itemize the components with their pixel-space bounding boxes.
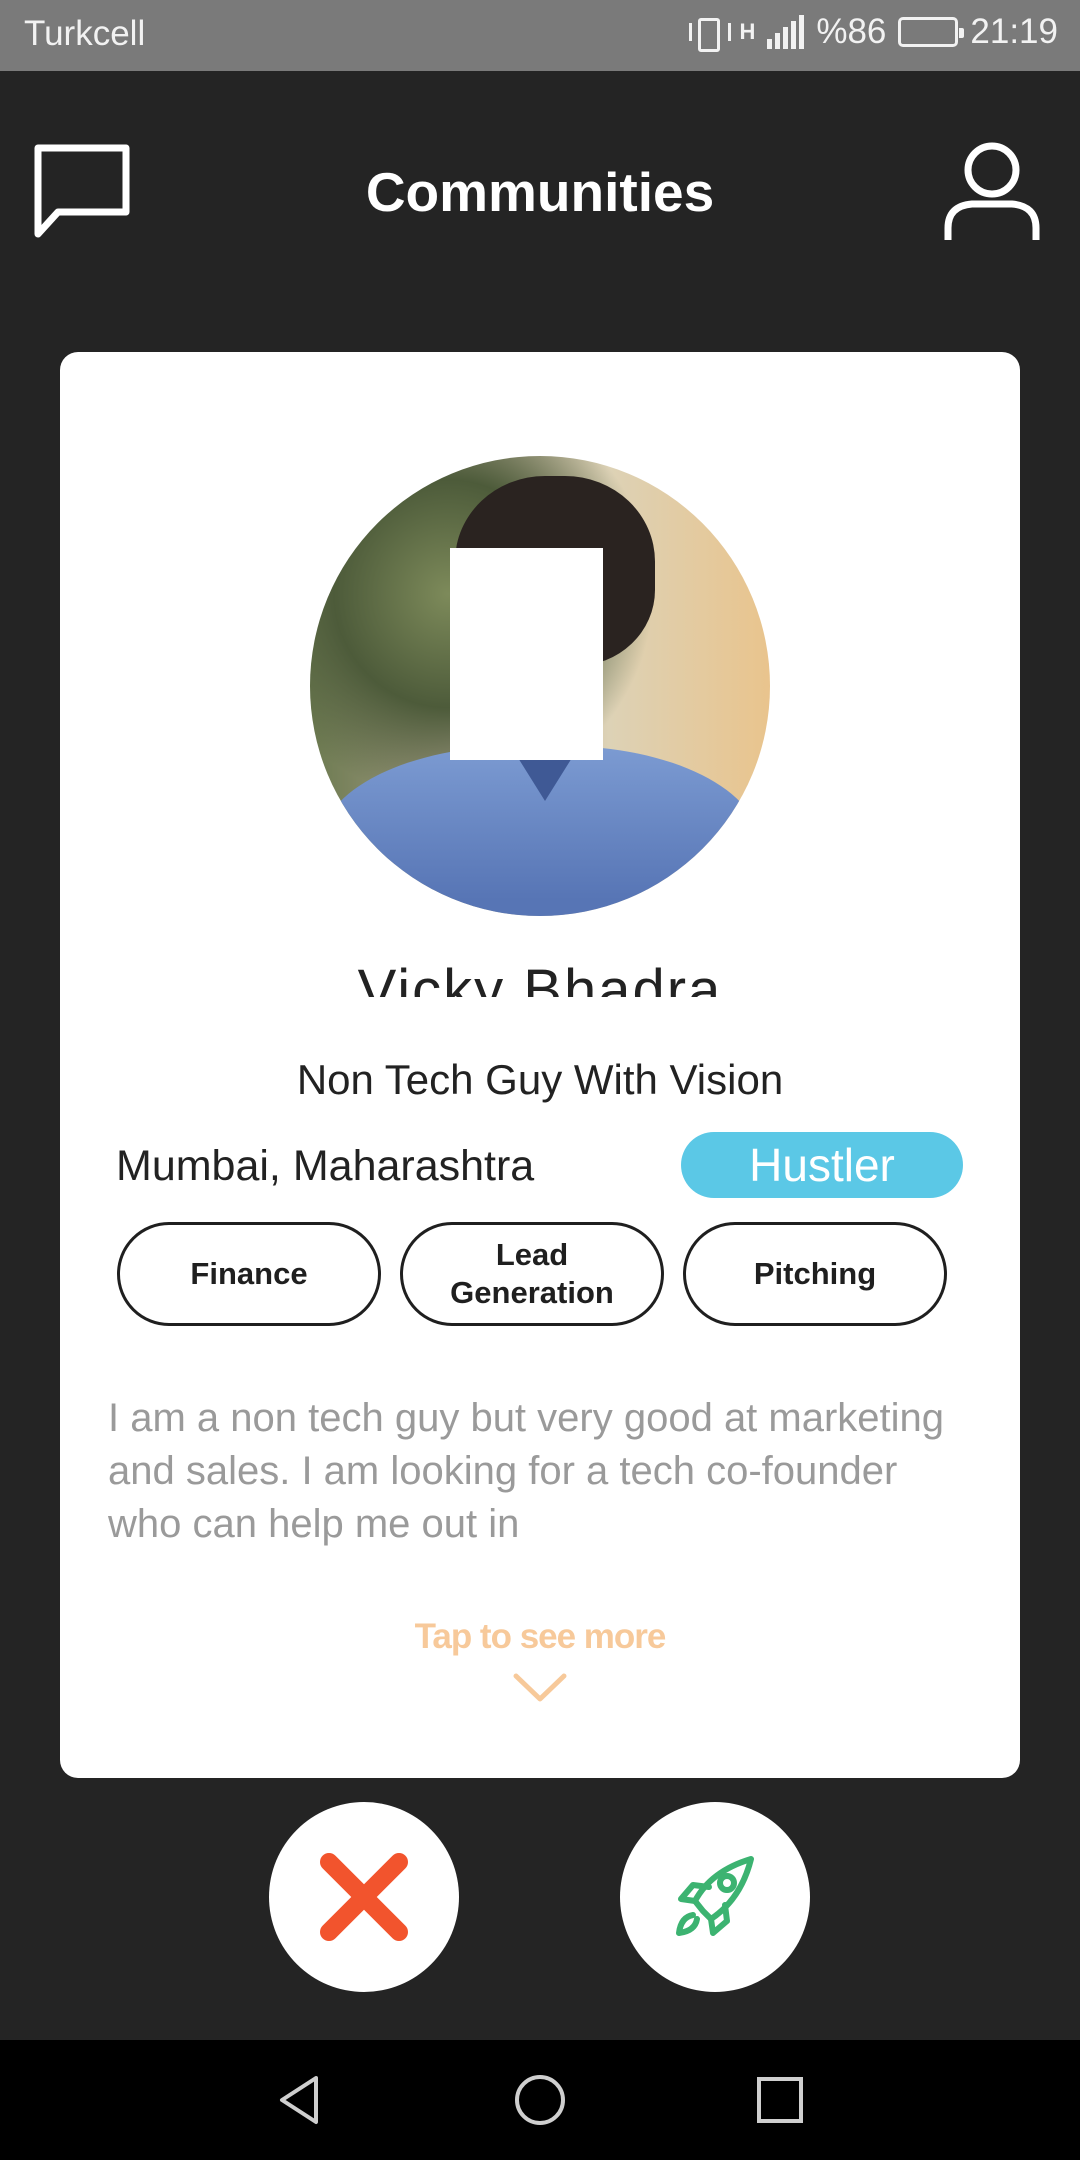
page-title: Communities bbox=[365, 161, 715, 223]
skill-tag: Finance bbox=[117, 1222, 381, 1326]
see-more-link[interactable]: Tap to see more bbox=[60, 1617, 1020, 1657]
recents-nav-icon[interactable] bbox=[750, 2070, 810, 2130]
screen: Turkcell H %86 21:19 Communities Non Tec… bbox=[0, 0, 1080, 2160]
clock: 21:19 bbox=[970, 12, 1058, 51]
profile-name: Vicky Bhadra bbox=[60, 967, 1020, 997]
system-nav-bar bbox=[0, 2040, 1080, 2160]
profile-photo bbox=[310, 456, 770, 916]
close-icon bbox=[320, 1853, 408, 1941]
profile-button[interactable] bbox=[942, 140, 1042, 244]
skills-list: Finance Lead Generation Pitching bbox=[117, 1222, 967, 1326]
home-nav-icon[interactable] bbox=[510, 2070, 570, 2130]
profile-bio: I am a non tech guy but very good at mar… bbox=[108, 1396, 945, 1546]
profile-name-container: Vicky Bhadra bbox=[60, 967, 1020, 997]
status-bar: Turkcell H %86 21:19 bbox=[0, 0, 1080, 71]
profile-location: Mumbai, Maharashtra bbox=[116, 1142, 535, 1190]
profile-card[interactable]: Vicky Bhadra Non Tech Guy With Vision Mu… bbox=[60, 352, 1020, 1778]
battery-percent: %86 bbox=[816, 12, 887, 51]
signal-icon bbox=[767, 15, 805, 49]
role-badge: Hustler bbox=[681, 1132, 963, 1198]
vibrate-icon bbox=[687, 14, 732, 52]
status-icons: H %86 21:19 bbox=[687, 12, 1058, 52]
rocket-icon bbox=[676, 1856, 754, 1936]
boost-button[interactable] bbox=[620, 1802, 810, 1992]
battery-icon bbox=[898, 17, 965, 47]
back-nav-icon[interactable] bbox=[270, 2070, 330, 2130]
chevron-down-icon[interactable] bbox=[512, 1672, 568, 1704]
skill-tag: Pitching bbox=[683, 1222, 947, 1326]
user-profile-icon bbox=[944, 142, 1040, 240]
network-type: H bbox=[739, 19, 756, 44]
carrier-name: Turkcell bbox=[24, 14, 146, 53]
reject-button[interactable] bbox=[269, 1802, 459, 1992]
skill-tag: Lead Generation bbox=[400, 1222, 664, 1326]
profile-tagline: Non Tech Guy With Vision bbox=[296, 1056, 784, 1103]
